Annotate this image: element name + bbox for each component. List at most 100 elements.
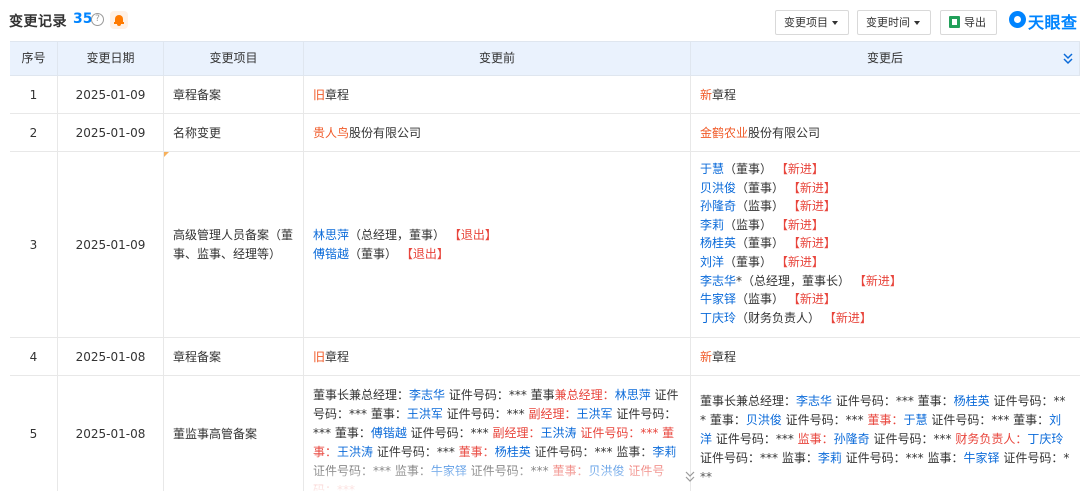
change-date: 2025-01-08 bbox=[58, 338, 164, 375]
logo-eye-icon bbox=[1009, 11, 1026, 28]
col-header-item: 变更项目 bbox=[164, 42, 304, 75]
change-date: 2025-01-09 bbox=[58, 152, 164, 337]
row-number: 3 bbox=[10, 152, 58, 337]
after-cell: 新章程 bbox=[691, 76, 1080, 113]
changed-text: 董事： bbox=[867, 413, 904, 427]
change-time-dropdown[interactable]: 变更时间 bbox=[857, 10, 931, 35]
change-item-text: 章程备案 bbox=[173, 87, 222, 102]
person-role: （监事） bbox=[724, 217, 773, 232]
person-name-link[interactable]: 牛家铎 bbox=[700, 292, 736, 306]
export-label: 导出 bbox=[964, 16, 986, 29]
person-name-link[interactable]: 杨桂英 bbox=[954, 394, 990, 408]
plain-text: 证件号码：*** bbox=[781, 413, 868, 427]
table-row: 1 2025-01-09 章程备案 旧章程 新章程 bbox=[10, 76, 1080, 114]
person-name-link[interactable]: 丁庆玲 bbox=[700, 311, 736, 325]
fade-overlay bbox=[304, 451, 690, 491]
change-tag: 【新进】 bbox=[784, 292, 836, 307]
person-name-link[interactable]: 刘洋 bbox=[700, 255, 724, 269]
person-name-link[interactable]: 李莉 bbox=[700, 218, 724, 232]
after-person-list: 于慧（董事） 【新进】 贝洪俊（董事） 【新进】 孙隆奇（监事） 【新进】 李莉（监事… bbox=[700, 160, 902, 327]
plain-text: 证件号码：*** bbox=[406, 426, 493, 440]
person-role: （董事） bbox=[724, 162, 773, 176]
changed-text: 财务负责人： bbox=[955, 432, 1028, 446]
person-name-link[interactable]: 王洪军 bbox=[407, 407, 443, 421]
person-name-link[interactable]: 王洪涛 bbox=[541, 426, 577, 440]
after-cell: 金鹤农业股份有限公司 bbox=[691, 114, 1080, 151]
person-name-link[interactable]: 孙隆奇 bbox=[700, 199, 736, 213]
change-time-label: 变更时间 bbox=[866, 16, 910, 29]
person-name-link[interactable]: 丁庆玲 bbox=[1027, 432, 1063, 446]
col-header-before: 变更前 bbox=[304, 42, 691, 75]
change-tag: 【新进】 bbox=[772, 162, 824, 176]
plain-text: 证件号码：*** bbox=[869, 432, 956, 446]
change-item-label: 变更项目 bbox=[784, 16, 828, 29]
person-name-link[interactable]: 于慧 bbox=[700, 162, 724, 176]
expand-all-icon[interactable] bbox=[1062, 52, 1074, 66]
person-name-link[interactable]: 孙隆奇 bbox=[834, 432, 870, 446]
before-highlight: 旧 bbox=[313, 87, 326, 102]
table-row: 4 2025-01-08 章程备案 旧章程 新章程 bbox=[10, 338, 1080, 376]
person-line: 李志华*（总经理，董事长） 【新进】 bbox=[700, 272, 902, 291]
person-role: （财务负责人） bbox=[736, 310, 821, 325]
person-line: 贝洪俊（董事） 【新进】 bbox=[700, 179, 902, 198]
plain-text: 证件号码：*** bbox=[442, 407, 529, 421]
plain-text: 证件号码：*** 董事： bbox=[927, 413, 1050, 427]
after-highlight[interactable]: 金鹤农业 bbox=[700, 126, 748, 140]
help-icon[interactable]: ? bbox=[91, 13, 104, 26]
person-name-link[interactable]: 王洪军 bbox=[577, 407, 613, 421]
after-cell: 新章程 bbox=[691, 338, 1080, 375]
person-line: 傅锴越（董事） 【退出】 bbox=[313, 245, 497, 264]
corner-mark-icon bbox=[164, 152, 169, 157]
change-tag: 【新进】 bbox=[772, 254, 824, 269]
person-line: 牛家铎（监事） 【新进】 bbox=[700, 290, 902, 309]
show-more-icon[interactable] bbox=[684, 471, 696, 483]
person-name-link[interactable]: 林思萍 bbox=[313, 228, 349, 242]
changed-text: 副经理： bbox=[492, 426, 541, 440]
change-tag: 【新进】 bbox=[772, 217, 824, 232]
person-line: 李莉（监事） 【新进】 bbox=[700, 216, 902, 235]
person-line: 于慧（董事） 【新进】 bbox=[700, 160, 902, 179]
before-highlight[interactable]: 贵人鸟 bbox=[313, 126, 349, 140]
change-tag: 【退出】 bbox=[445, 227, 497, 242]
person-name-link[interactable]: 于慧 bbox=[904, 413, 928, 427]
person-role: （董事） bbox=[736, 180, 785, 195]
person-name-link[interactable]: 李志华 bbox=[796, 394, 832, 408]
before-cell: 旧章程 bbox=[304, 76, 691, 113]
person-role: （董事） bbox=[349, 246, 398, 261]
col-header-no: 序号 bbox=[10, 42, 58, 75]
person-name-link[interactable]: 牛家铎 bbox=[963, 451, 999, 465]
change-date: 2025-01-09 bbox=[58, 76, 164, 113]
person-name-link[interactable]: 林思萍 bbox=[615, 388, 651, 402]
person-name-link[interactable]: 杨桂英 bbox=[700, 236, 736, 250]
changed-text: 副经理： bbox=[528, 407, 577, 421]
person-name-link[interactable]: 傅锴越 bbox=[313, 247, 349, 261]
person-name-link[interactable]: 李志华 bbox=[700, 274, 736, 288]
after-cell: 董事长兼总经理：李志华 证件号码：*** 董事： 杨桂英 证件号码：*** 董事：… bbox=[691, 376, 1080, 491]
after-text: 章程 bbox=[712, 87, 737, 102]
person-name-link[interactable]: 傅锴越 bbox=[371, 426, 407, 440]
col-header-after: 变更后 bbox=[691, 42, 1080, 75]
change-item-text: 高级管理人员备案（董事、监事、经理等） bbox=[173, 227, 294, 261]
change-date: 2025-01-08 bbox=[58, 376, 164, 491]
person-name-link[interactable]: 李莉 bbox=[818, 451, 842, 465]
change-item: 董监事高管备案 bbox=[164, 376, 304, 491]
change-item: 名称变更 bbox=[164, 114, 304, 151]
section-title: 变更记录 bbox=[9, 14, 67, 30]
plain-text: 证件号码：*** bbox=[712, 432, 798, 446]
before-cell: 旧章程 bbox=[304, 338, 691, 375]
person-line: 杨桂英（董事） 【新进】 bbox=[700, 234, 902, 253]
export-button[interactable]: 导出 bbox=[940, 10, 997, 35]
plain-text: 董事长兼总经理： bbox=[700, 394, 797, 408]
person-name-link[interactable]: 贝洪俊 bbox=[746, 413, 782, 427]
bell-icon[interactable] bbox=[110, 11, 128, 29]
logo-text: 天眼查 bbox=[1028, 13, 1078, 32]
excel-icon bbox=[949, 16, 960, 28]
record-count[interactable]: 35 bbox=[73, 11, 92, 27]
section-header: 变更记录 35 ? 变更项目 变更时间 导出 天眼查 bbox=[0, 0, 1080, 41]
table-row: 5 2025-01-08 董监事高管备案 董事长兼总经理：李志华 证件号码：**… bbox=[10, 376, 1080, 491]
person-name-link[interactable]: 李志华 bbox=[409, 388, 445, 402]
after-text: 股份有限公司 bbox=[748, 125, 821, 140]
change-item-dropdown[interactable]: 变更项目 bbox=[775, 10, 849, 35]
person-name-link[interactable]: 贝洪俊 bbox=[700, 181, 736, 195]
col-header-date: 变更日期 bbox=[58, 42, 164, 75]
